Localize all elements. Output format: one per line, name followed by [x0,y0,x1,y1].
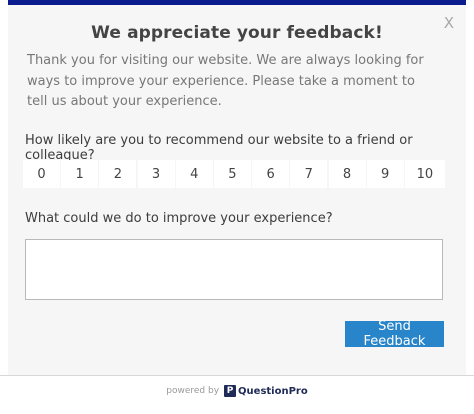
rating-scale: 0 1 2 3 4 5 6 7 8 9 10 [23,160,445,188]
feedback-panel: X We appreciate your feedback! Thank you… [8,5,466,375]
intro-text: Thank you for visiting our website. We a… [27,53,424,109]
recommend-question: How likely are you to recommend our webs… [25,133,413,163]
questionpro-brand[interactable]: QuestionPro [238,386,308,397]
feedback-widget: X We appreciate your feedback! Thank you… [0,0,474,414]
rating-option-2[interactable]: 2 [99,160,137,188]
rating-option-8[interactable]: 8 [328,160,366,188]
send-feedback-button[interactable]: Send Feedback [345,319,444,349]
rating-option-5[interactable]: 5 [213,160,251,188]
rating-option-6[interactable]: 6 [252,160,290,188]
feedback-textarea[interactable] [25,239,443,300]
footer-divider [0,375,474,376]
feedback-title: We appreciate your feedback! [91,23,383,43]
rating-option-0[interactable]: 0 [23,160,60,188]
improve-question: What could we do to improve your experie… [25,211,333,226]
questionpro-logo-icon: P [224,385,237,397]
rating-option-3[interactable]: 3 [137,160,175,188]
footer: powered by P QuestionPro [0,385,474,397]
rating-option-7[interactable]: 7 [290,160,328,188]
rating-option-9[interactable]: 9 [366,160,404,188]
rating-option-4[interactable]: 4 [175,160,213,188]
rating-option-1[interactable]: 1 [61,160,99,188]
rating-option-10[interactable]: 10 [404,160,445,188]
powered-by-label: powered by [166,386,220,396]
